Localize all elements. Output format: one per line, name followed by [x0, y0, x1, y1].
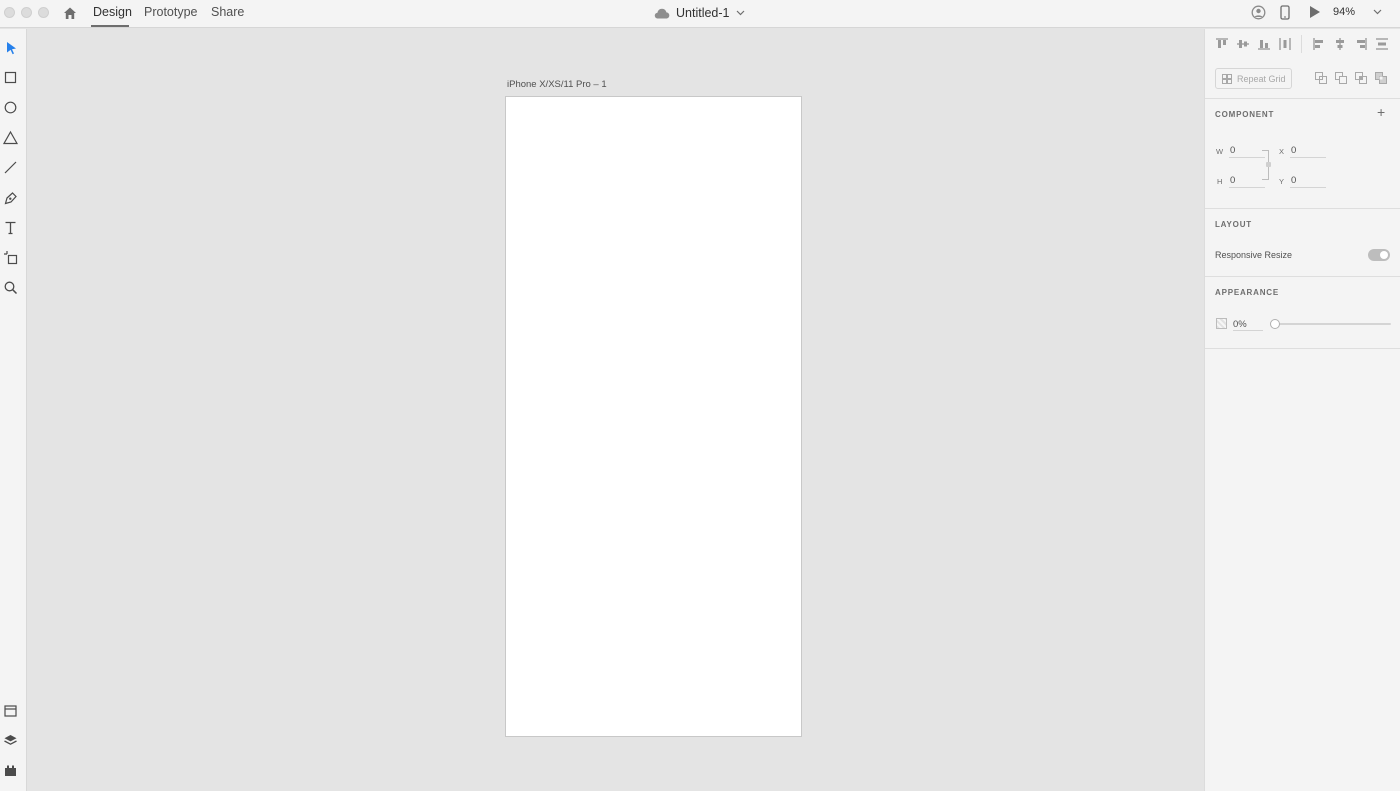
width-label: W: [1216, 147, 1224, 156]
align-left-icon[interactable]: [1313, 38, 1325, 50]
align-divider: [1301, 35, 1302, 53]
window-close-button[interactable]: [4, 7, 15, 18]
select-icon[interactable]: [3, 40, 19, 56]
ellipse-icon[interactable]: [3, 100, 19, 116]
device-preview-icon[interactable]: [1280, 5, 1290, 20]
lock-icon[interactable]: [1266, 162, 1271, 167]
align-bottom-icon[interactable]: [1258, 38, 1270, 50]
y-field[interactable]: [1290, 174, 1326, 188]
y-label: Y: [1279, 177, 1285, 186]
align-right-icon[interactable]: [1355, 38, 1367, 50]
align-center-icon[interactable]: [1334, 38, 1346, 50]
responsive-resize-toggle[interactable]: [1368, 249, 1390, 261]
active-tab-indicator: [91, 25, 129, 27]
repeat-grid-icon: [1222, 73, 1232, 84]
x-label: X: [1279, 147, 1285, 156]
document-title[interactable]: Untitled-1: [654, 4, 745, 22]
width-field[interactable]: [1229, 144, 1265, 158]
toggle-knob: [1380, 251, 1388, 259]
align-middle-icon[interactable]: [1237, 38, 1249, 50]
tab-share[interactable]: Share: [211, 5, 244, 19]
align-section: Repeat Grid: [1205, 29, 1400, 99]
x-field[interactable]: [1290, 144, 1326, 158]
artboard-icon[interactable]: [3, 250, 19, 266]
polygon-icon[interactable]: [3, 130, 19, 146]
window-zoom-button[interactable]: [38, 7, 49, 18]
title-bar: Design Prototype Share Untitled-1 94%: [0, 0, 1400, 28]
opacity-slider-track[interactable]: [1271, 323, 1391, 325]
layout-title: LAYOUT: [1215, 220, 1252, 229]
distribute-vertical-icon[interactable]: [1376, 38, 1388, 50]
window-minimize-button[interactable]: [21, 7, 32, 18]
tab-design[interactable]: Design: [93, 5, 132, 19]
left-toolbar: [0, 29, 27, 791]
user-icon[interactable]: [1251, 5, 1266, 20]
repeat-grid-button[interactable]: Repeat Grid: [1215, 68, 1292, 89]
height-field[interactable]: [1229, 174, 1265, 188]
plugins-icon[interactable]: [3, 763, 19, 779]
chevron-down-icon: [736, 10, 745, 16]
artboard[interactable]: [505, 96, 802, 737]
boolean-exclude-icon[interactable]: [1375, 72, 1387, 84]
play-icon[interactable]: [1309, 5, 1321, 19]
opacity-icon: [1216, 318, 1227, 329]
layers-icon[interactable]: [3, 733, 19, 749]
component-title: COMPONENT: [1215, 110, 1275, 119]
repeat-grid-label: Repeat Grid: [1237, 73, 1286, 84]
rectangle-icon[interactable]: [3, 70, 19, 86]
boolean-subtract-icon[interactable]: [1335, 72, 1347, 84]
pen-icon[interactable]: [3, 190, 19, 206]
document-title-text: Untitled-1: [676, 6, 730, 20]
height-label: H: [1217, 177, 1223, 186]
add-component-button[interactable]: +: [1377, 105, 1385, 119]
line-icon[interactable]: [3, 160, 19, 176]
artboard-label[interactable]: iPhone X/XS/11 Pro – 1: [507, 79, 607, 90]
home-icon[interactable]: [61, 4, 79, 22]
boolean-intersect-icon[interactable]: [1355, 72, 1367, 84]
zoom-icon[interactable]: [3, 280, 19, 296]
responsive-resize-label: Responsive Resize: [1215, 250, 1293, 260]
zoom-level[interactable]: 94%: [1333, 6, 1355, 18]
appearance-title: APPEARANCE: [1215, 288, 1280, 297]
opacity-field[interactable]: [1233, 318, 1263, 331]
property-inspector: Repeat Grid COMPONENT + W H X Y LAYOUT R…: [1204, 29, 1400, 791]
zoom-chevron-down-icon[interactable]: [1373, 9, 1382, 15]
assets-icon[interactable]: [3, 703, 19, 719]
text-icon[interactable]: [3, 220, 19, 236]
boolean-add-icon[interactable]: [1315, 72, 1327, 84]
opacity-slider-handle[interactable]: [1270, 319, 1280, 329]
cloud-icon: [654, 8, 670, 19]
tab-prototype[interactable]: Prototype: [144, 5, 198, 19]
align-top-icon[interactable]: [1216, 38, 1228, 50]
distribute-horizontal-icon[interactable]: [1279, 38, 1291, 50]
